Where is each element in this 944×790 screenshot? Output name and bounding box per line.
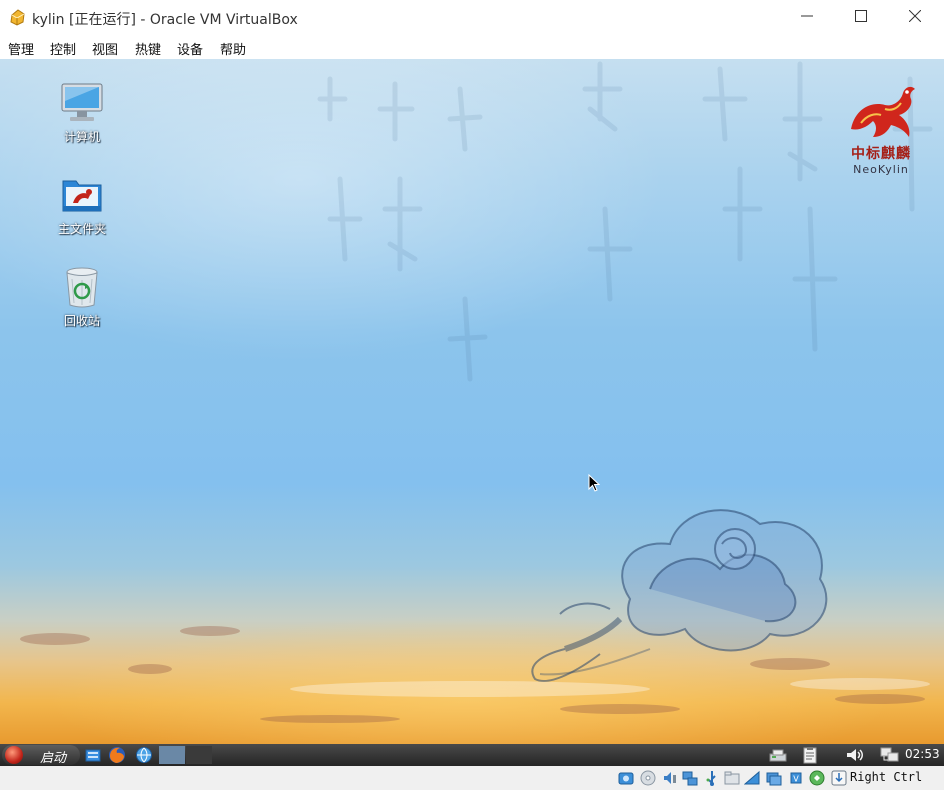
optical-drive-icon[interactable] <box>640 770 656 786</box>
network-printer-icon[interactable] <box>768 746 788 764</box>
desktop-icon-home-folder[interactable]: 主文件夹 <box>42 173 122 237</box>
neokylin-brand: 中标麒麟 NeoKylin <box>836 79 926 176</box>
guest-taskbar: 启动 02:53 <box>0 744 944 766</box>
mouse-integration-icon[interactable] <box>809 770 825 786</box>
workspace-1[interactable] <box>159 746 185 764</box>
menu-view[interactable]: 视图 <box>92 39 118 58</box>
clipboard-icon[interactable] <box>800 746 820 764</box>
network-browser-icon[interactable] <box>135 746 153 764</box>
window-title: kylin [正在运行] - Oracle VM VirtualBox <box>32 12 298 28</box>
menu-control[interactable]: 控制 <box>50 39 76 58</box>
menu-devices[interactable]: 设备 <box>177 39 203 58</box>
computer-monitor-icon <box>60 81 104 125</box>
vm-statusbar: V Right Ctrl <box>0 766 944 790</box>
desktop-icon-label: 计算机 <box>63 130 100 144</box>
file-manager-icon[interactable] <box>84 746 102 764</box>
menu-hotkeys[interactable]: 热键 <box>135 39 161 58</box>
host-key-icon[interactable] <box>831 770 847 786</box>
close-button[interactable] <box>892 0 938 36</box>
mouse-cursor-icon <box>588 473 601 496</box>
audio-icon[interactable] <box>662 770 678 786</box>
svg-text:V: V <box>793 775 799 784</box>
maximize-icon <box>855 10 867 26</box>
menu-help[interactable]: 帮助 <box>220 39 246 58</box>
network-adapter-icon[interactable] <box>682 770 698 786</box>
minimize-icon <box>801 10 813 26</box>
host-key-label: Right Ctrl <box>850 770 923 784</box>
shared-folders-icon[interactable] <box>724 770 740 786</box>
video-capture-icon[interactable] <box>766 770 782 786</box>
start-menu-icon <box>5 746 23 764</box>
menu-manage[interactable]: 管理 <box>8 39 34 58</box>
brand-name-cn: 中标麒麟 <box>851 146 911 162</box>
firefox-icon[interactable] <box>108 746 126 764</box>
desktop-icon-label: 主文件夹 <box>57 222 106 236</box>
display-icon[interactable] <box>743 770 760 786</box>
maximize-button[interactable] <box>838 0 884 36</box>
home-folder-icon <box>60 173 104 217</box>
volume-icon[interactable] <box>845 746 865 764</box>
desktop-icon-label: 回收站 <box>63 314 100 328</box>
network-icon[interactable] <box>880 746 900 764</box>
usb-icon[interactable] <box>704 770 720 786</box>
desktop-icon-recycle-bin[interactable]: 回收站 <box>42 265 122 329</box>
start-label: 启动 <box>40 751 67 766</box>
horizon-clouds <box>20 626 930 723</box>
guest-desktop[interactable]: 计算机 主文件夹 回收站 中标麒麟 NeoKylin <box>0 59 944 744</box>
start-button[interactable]: 启动 <box>2 745 80 766</box>
cpu-icon[interactable]: V <box>788 770 804 786</box>
minimize-button[interactable] <box>784 0 830 36</box>
clock[interactable]: 02:53 <box>905 747 940 761</box>
virtualbox-app-icon <box>9 9 25 26</box>
hard-disk-icon[interactable] <box>618 770 634 786</box>
desktop-icon-computer[interactable]: 计算机 <box>42 81 122 145</box>
window-titlebar: kylin [正在运行] - Oracle VM VirtualBox <box>0 0 944 36</box>
brand-name-en: NeoKylin <box>853 163 909 176</box>
workspace-2[interactable] <box>186 746 212 764</box>
menubar: 管理 控制 视图 热键 设备 帮助 <box>0 36 944 59</box>
close-icon <box>908 9 922 26</box>
kylin-logo-icon <box>836 79 926 143</box>
recycle-bin-icon <box>60 265 104 309</box>
